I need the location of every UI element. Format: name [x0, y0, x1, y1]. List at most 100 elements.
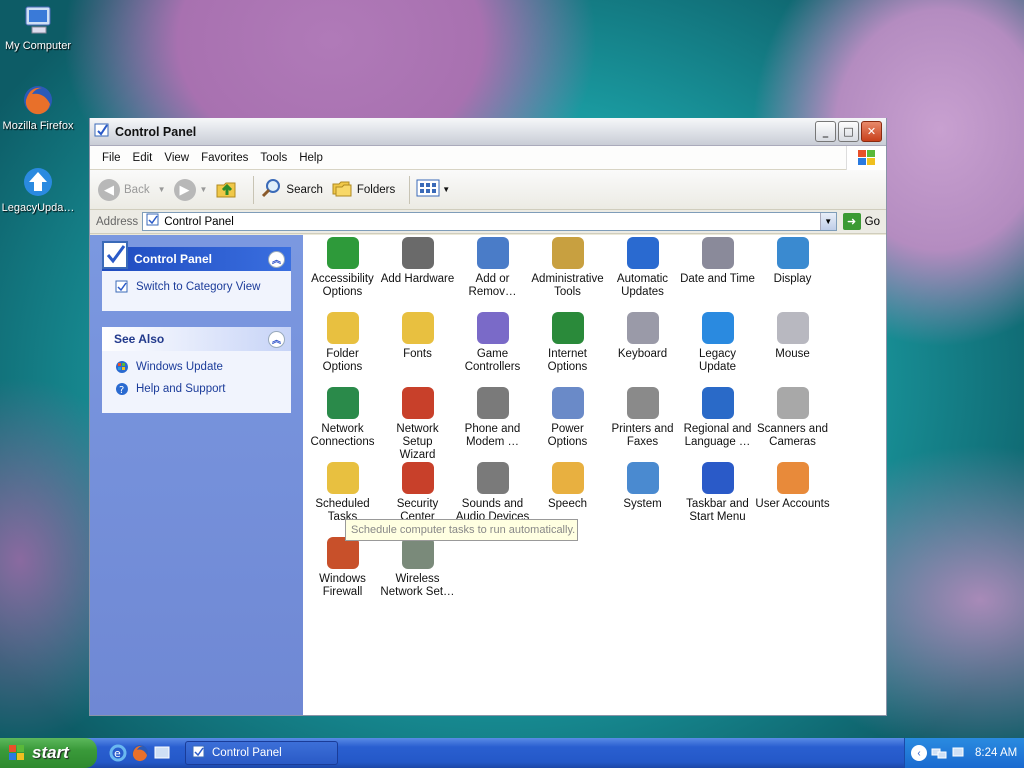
category-view-icon: [114, 279, 130, 295]
internet-options-icon: [551, 312, 584, 344]
control-panel-item[interactable]: Accessibility Options: [305, 237, 380, 299]
taskbar-control-panel-button[interactable]: Control Panel: [185, 741, 338, 765]
close-button[interactable]: ✕: [861, 121, 882, 142]
clock[interactable]: 8:24 AM: [975, 747, 1017, 759]
control-panel-item[interactable]: Date and Time: [680, 237, 755, 286]
go-button[interactable]: ➜ Go: [842, 213, 880, 230]
menu-tools[interactable]: Tools: [254, 150, 293, 166]
control-panel-item[interactable]: Power Options: [530, 387, 605, 449]
control-panel-item[interactable]: Mouse: [755, 312, 830, 361]
svg-text:?: ?: [119, 385, 124, 396]
chevron-down-icon: ▼: [824, 217, 833, 226]
menu-file[interactable]: File: [96, 150, 127, 166]
control-panel-item[interactable]: Network Connections: [305, 387, 380, 449]
item-label-line1: Security: [396, 498, 439, 510]
menu-view[interactable]: View: [158, 150, 195, 166]
control-panel-item[interactable]: Fonts: [380, 312, 455, 361]
quick-launch: e: [109, 744, 175, 762]
control-panel-item[interactable]: Automatic Updates: [605, 237, 680, 299]
switch-category-view-link[interactable]: Switch to Category View: [114, 279, 279, 295]
maximize-button[interactable]: □: [838, 121, 859, 142]
control-panel-item[interactable]: Windows Firewall: [305, 537, 380, 599]
see-also-header[interactable]: See Also ︽: [102, 327, 291, 351]
network-connection-icon[interactable]: [950, 746, 966, 760]
search-button[interactable]: Search: [260, 177, 323, 202]
menu-edit[interactable]: Edit: [127, 150, 159, 166]
minimize-button[interactable]: _: [815, 121, 836, 142]
fonts-icon: [401, 312, 434, 344]
folders-button[interactable]: Folders: [331, 178, 395, 201]
item-label-line2: Remov…: [468, 286, 517, 298]
control-panel-item[interactable]: Sounds and Audio Devices: [455, 462, 530, 524]
item-label-line1: Power Options: [547, 423, 588, 448]
control-panel-item[interactable]: Folder Options: [305, 312, 380, 374]
control-panel-item[interactable]: Scheduled Tasks: [305, 462, 380, 524]
speech-icon: [551, 462, 584, 494]
desktop-icon-my-computer[interactable]: My Computer: [0, 4, 76, 52]
control-panel-item[interactable]: Add or Remov…: [455, 237, 530, 299]
control-panel-item[interactable]: Keyboard: [605, 312, 680, 361]
control-panel-item[interactable]: Speech: [530, 462, 605, 511]
item-label-line2: Faxes: [626, 436, 659, 448]
control-panel-item[interactable]: Taskbar and Start Menu: [680, 462, 755, 524]
forward-button[interactable]: ▶ ▼: [173, 178, 207, 201]
firefox-icon[interactable]: [131, 744, 149, 762]
collapse-icon[interactable]: ︽: [268, 250, 285, 268]
search-icon: [260, 177, 282, 202]
desktop-icon-label: Mozilla Firefox: [2, 120, 74, 132]
views-button[interactable]: ▼: [416, 179, 450, 200]
item-label-line1: Sounds and: [461, 498, 524, 510]
control-panel-item[interactable]: Network Setup Wizard: [380, 387, 455, 462]
control-panel-item[interactable]: User Accounts: [755, 462, 830, 511]
item-label-line2: Tools: [554, 286, 581, 298]
system-icon: [626, 462, 659, 494]
menu-favorites[interactable]: Favorites: [195, 150, 254, 166]
desktop-icon-legacy-update[interactable]: LegacyUpda…: [0, 166, 76, 214]
item-label-line1: Folder Options: [322, 348, 363, 373]
control-panel-item[interactable]: Security Center: [380, 462, 455, 524]
wireless-network-setup-icon: [401, 537, 434, 569]
control-panel-section-header[interactable]: Control Panel ︽: [102, 241, 291, 271]
control-panel-item[interactable]: Regional and Language …: [680, 387, 755, 449]
windows-flag-icon: [8, 744, 26, 762]
item-label-line1: Phone and: [464, 423, 521, 435]
control-panel-item[interactable]: System: [605, 462, 680, 511]
show-desktop-icon[interactable]: [153, 744, 171, 762]
up-folder-button[interactable]: [215, 177, 239, 202]
address-dropdown-button[interactable]: ▼: [819, 213, 836, 230]
windows-update-link[interactable]: Windows Update: [114, 359, 279, 375]
regional-language-icon: [701, 387, 734, 419]
item-label-line1: Taskbar and: [686, 498, 749, 510]
control-panel-item[interactable]: Display: [755, 237, 830, 286]
title-bar[interactable]: Control Panel _ □ ✕: [90, 118, 886, 146]
desktop-icon-firefox[interactable]: Mozilla Firefox: [0, 84, 76, 132]
internet-explorer-icon[interactable]: e: [109, 744, 127, 762]
item-label-line1: Administrative: [531, 273, 604, 285]
legacy-update-icon: [701, 312, 734, 344]
control-panel-item[interactable]: Add Hardware: [380, 237, 455, 286]
address-field[interactable]: Control Panel ▼: [142, 212, 837, 231]
start-button[interactable]: start: [0, 738, 97, 768]
item-label-line1: Legacy: [698, 348, 737, 360]
show-hidden-icons-button[interactable]: ‹: [911, 745, 927, 761]
control-panel-item[interactable]: Phone and Modem …: [455, 387, 530, 449]
item-label-line1: Add Hardware: [380, 273, 455, 285]
control-panel-item[interactable]: Administrative Tools: [530, 237, 605, 299]
control-panel-item[interactable]: Scanners and Cameras: [755, 387, 830, 449]
help-support-link[interactable]: ? Help and Support: [114, 381, 279, 397]
control-panel-section-body: Switch to Category View: [102, 271, 291, 311]
control-panel-item[interactable]: Printers and Faxes: [605, 387, 680, 449]
close-icon: ✕: [866, 125, 877, 138]
item-label-line2: Updates: [621, 286, 664, 298]
control-panel-item[interactable]: Legacy Update: [680, 312, 755, 374]
collapse-icon[interactable]: ︽: [268, 330, 285, 348]
menu-help[interactable]: Help: [293, 150, 329, 166]
network-status-icon[interactable]: [931, 746, 947, 760]
control-panel-item[interactable]: Internet Options: [530, 312, 605, 374]
folders-label: Folders: [356, 183, 396, 196]
address-value: Control Panel: [164, 215, 234, 228]
help-support-label: Help and Support: [136, 383, 226, 395]
control-panel-item[interactable]: Game Controllers: [455, 312, 530, 374]
control-panel-item[interactable]: Wireless Network Set…: [380, 537, 455, 599]
back-button[interactable]: ◀ Back ▼: [98, 178, 166, 201]
